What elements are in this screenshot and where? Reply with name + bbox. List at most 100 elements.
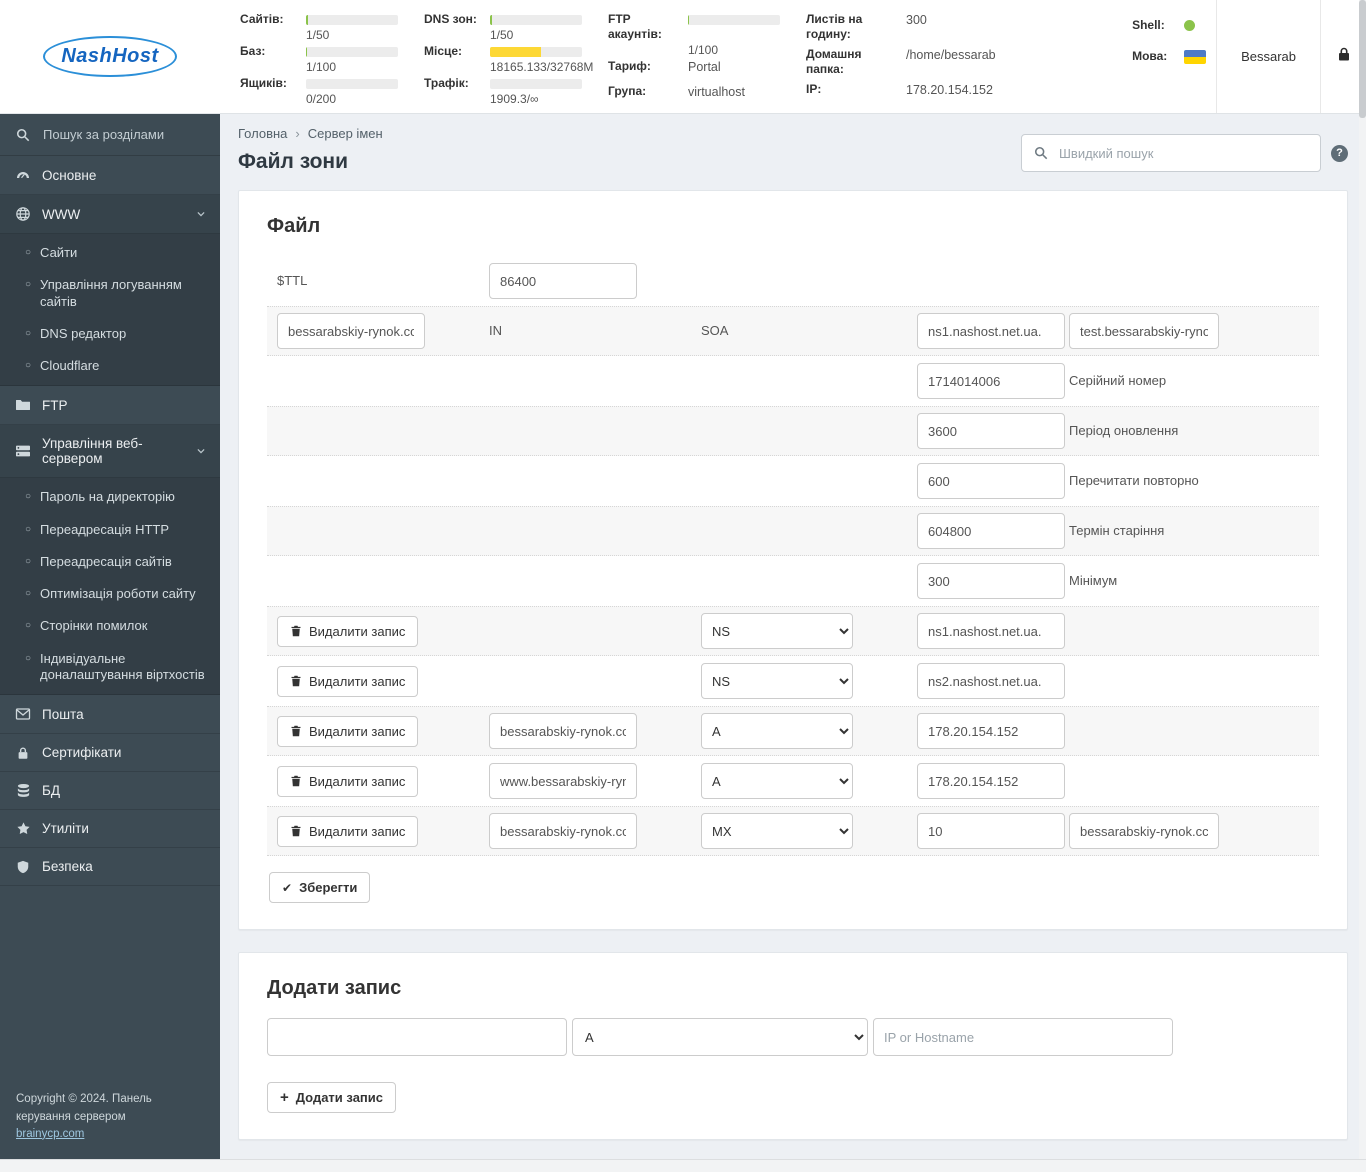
head-left: Головна › Сервер імен Файл зони: [238, 126, 383, 174]
sidebar-item-ftp[interactable]: FTP: [0, 386, 220, 426]
quick-search-input[interactable]: [1057, 144, 1308, 162]
delete-record-button[interactable]: Видалити запис: [277, 765, 419, 797]
soa-refresh-input[interactable]: [917, 413, 1065, 449]
mailboxes-progressbar: [306, 79, 398, 89]
dns-zones-progressbar: [490, 15, 582, 25]
record-type-select[interactable]: NS: [701, 663, 853, 699]
horizontal-scrollbar[interactable]: [0, 1159, 1366, 1172]
gauge-icon: [14, 167, 32, 183]
record-type-select[interactable]: MX: [701, 813, 853, 849]
add-record-form: A: [267, 1018, 1319, 1056]
sidebar-item-mail[interactable]: Пошта: [0, 695, 220, 734]
ttl-input[interactable]: [489, 263, 637, 299]
trash-icon: [290, 775, 302, 787]
delete-record-button[interactable]: Видалити запис: [277, 665, 419, 697]
breadcrumb: Головна › Сервер імен: [238, 126, 383, 141]
sidebar-subitem-label: Управління логуванням сайтів: [40, 277, 182, 309]
sidebar-item-certificates[interactable]: Сертифікати: [0, 734, 220, 772]
record-value-input[interactable]: [917, 713, 1065, 749]
sidebar-subitem-label: Переадресація сайтів: [40, 553, 172, 569]
sidebar-item-label: Пошта: [42, 706, 84, 722]
delete-record-button[interactable]: Видалити запис: [277, 615, 419, 647]
sidebar: NashHost Основне WWW: [0, 0, 220, 1159]
soa-admin-input[interactable]: [1069, 313, 1219, 349]
soa-class-label: IN: [489, 323, 502, 338]
page-title: Файл зони: [238, 150, 349, 173]
sidebar-item-dns-editor[interactable]: ○ DNS редактор: [0, 318, 220, 350]
stat-dns-zones: DNS зон: 1/50: [424, 12, 582, 42]
star-icon: [14, 821, 32, 836]
breadcrumb-home[interactable]: Головна: [238, 126, 287, 141]
sidebar-item-directory-password[interactable]: ○ Пароль на директорію: [0, 481, 220, 513]
record-type-select[interactable]: A: [701, 713, 853, 749]
sidebar-item-sites[interactable]: ○ Сайти: [0, 237, 220, 269]
record-value-input[interactable]: [917, 613, 1065, 649]
shell-status-dot: [1184, 20, 1196, 31]
sidebar-item-vhost-custom-config[interactable]: ○ Індивідуальне доналаштування віртхості…: [0, 643, 220, 692]
soa-expire-input[interactable]: [917, 513, 1065, 549]
username: Bessarab: [1241, 49, 1296, 64]
soa-minimum-label: Мінімум: [1069, 573, 1118, 588]
sidebar-item-main[interactable]: Основне: [0, 156, 220, 195]
add-record-button[interactable]: + Додати запис: [267, 1082, 397, 1113]
add-type-select[interactable]: A: [572, 1018, 868, 1056]
sidebar-search-input[interactable]: [41, 126, 201, 143]
help-icon[interactable]: ?: [1331, 144, 1348, 162]
record-type-select[interactable]: NS: [701, 613, 853, 649]
save-button[interactable]: ✔ Зберегти: [269, 872, 371, 903]
sidebar-item-utilities[interactable]: Утиліти: [0, 810, 220, 848]
topbar-stats: Сайтів: 1/50 Баз: 1/100 Ящиків: 0/200 DN…: [220, 0, 1216, 113]
sidebar-item-webserver[interactable]: Управління веб-сервером: [0, 425, 220, 479]
sidebar-item-site-optimization[interactable]: ○ Оптимізація роботи сайту: [0, 578, 220, 610]
sidebar-item-security[interactable]: Безпека: [0, 848, 220, 886]
record-name-input[interactable]: [489, 763, 637, 799]
delete-record-button[interactable]: Видалити запис: [277, 815, 419, 847]
add-value-input[interactable]: [873, 1018, 1173, 1056]
add-name-input[interactable]: [267, 1018, 567, 1056]
circle-icon: ○: [25, 279, 32, 291]
record-name-input[interactable]: [489, 713, 637, 749]
record-priority-input[interactable]: [917, 813, 1065, 849]
search-icon: [1034, 146, 1048, 160]
nashhost-logo[interactable]: NashHost: [43, 36, 177, 77]
soa-serial-row: Серійний номер: [267, 356, 1319, 406]
record-value-input[interactable]: [917, 763, 1065, 799]
database-icon: [14, 783, 32, 798]
soa-minimum-input[interactable]: [917, 563, 1065, 599]
soa-serial-label: Серійний номер: [1069, 373, 1167, 388]
stats-col-4: Листів на годину: 300 Домашня папка: /ho…: [806, 12, 996, 107]
circle-icon: ○: [25, 588, 32, 599]
user-menu[interactable]: Bessarab: [1216, 0, 1320, 113]
ukraine-flag-icon[interactable]: [1184, 49, 1207, 64]
traffic-progressbar: [490, 79, 582, 89]
sidebar-subitem-label: Сайти: [40, 245, 78, 260]
sidebar-item-error-pages[interactable]: ○ Сторінки помилок: [0, 610, 220, 642]
sidebar-item-db[interactable]: БД: [0, 772, 220, 810]
sidebar-subitem-label: Переадресація HTTP: [40, 521, 170, 537]
soa-retry-input[interactable]: [917, 463, 1065, 499]
circle-icon: ○: [25, 247, 32, 258]
vertical-scrollbar[interactable]: [1359, 0, 1366, 1159]
soa-domain-input[interactable]: [277, 313, 425, 349]
soa-serial-input[interactable]: [917, 363, 1065, 399]
sidebar-item-label: Управління веб-сервером: [42, 436, 143, 467]
sidebar-item-cloudflare[interactable]: ○ Cloudflare: [0, 350, 220, 382]
ttl-label-cell: $TTL: [277, 272, 489, 290]
sidebar-item-http-redirect[interactable]: ○ Переадресація HTTP: [0, 514, 220, 546]
ftp-progressbar: [688, 15, 780, 25]
brainycp-link[interactable]: brainycp.com: [16, 1128, 84, 1140]
sites-progressbar: [306, 15, 398, 25]
soa-primary-ns-input[interactable]: [917, 313, 1065, 349]
sidebar-item-www[interactable]: WWW: [0, 195, 220, 234]
record-type-select[interactable]: A: [701, 763, 853, 799]
scrollbar-thumb[interactable]: [1359, 0, 1366, 118]
record-target-input[interactable]: [1069, 813, 1219, 849]
sidebar-item-site-logging[interactable]: ○ Управління логуванням сайтів: [0, 269, 220, 318]
record-value-input[interactable]: [917, 663, 1065, 699]
circle-icon: ○: [25, 491, 32, 503]
sidebar-item-site-redirect[interactable]: ○ Переадресація сайтів: [0, 546, 220, 578]
delete-record-button[interactable]: Видалити запис: [277, 715, 419, 747]
main-column: Сайтів: 1/50 Баз: 1/100 Ящиків: 0/200 DN…: [220, 0, 1366, 1159]
sidebar-item-label: Безпека: [42, 859, 93, 874]
record-name-input[interactable]: [489, 813, 637, 849]
